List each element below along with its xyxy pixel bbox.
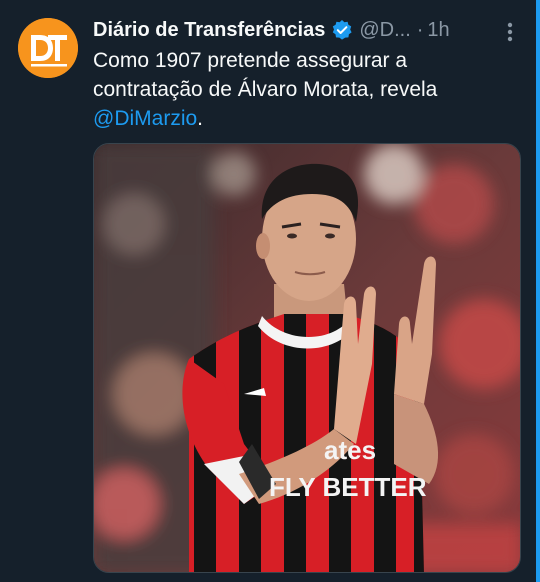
tweet-text-end: . — [197, 107, 204, 130]
verified-badge-icon — [331, 19, 353, 41]
more-options-icon[interactable] — [500, 20, 520, 44]
tweet[interactable]: Diário de Transferências @D... · 1h Como… — [0, 0, 540, 582]
avatar[interactable] — [18, 18, 78, 78]
player-photo: ates FLY BETTER — [94, 144, 520, 572]
author-handle[interactable]: @D... — [359, 19, 410, 42]
tweet-text-body: Como 1907 pretende assegurar a contrataç… — [93, 49, 438, 101]
mention-link[interactable]: @DiMarzio — [93, 107, 197, 130]
scroll-edge — [536, 0, 540, 582]
tweet-text: Como 1907 pretende assegurar a contrataç… — [93, 46, 513, 133]
author-display-name[interactable]: Diário de Transferências — [93, 19, 325, 42]
avatar-logo-icon — [18, 18, 78, 78]
jersey-sponsor-line2: FLY BETTER — [269, 472, 427, 502]
jersey-sponsor-line1: ates — [324, 435, 376, 465]
tweet-header: Diário de Transferências @D... · 1h — [93, 15, 450, 45]
separator-dot: · — [416, 18, 424, 41]
tweet-timestamp[interactable]: 1h — [427, 19, 449, 42]
tweet-media-image[interactable]: ates FLY BETTER — [93, 143, 521, 573]
